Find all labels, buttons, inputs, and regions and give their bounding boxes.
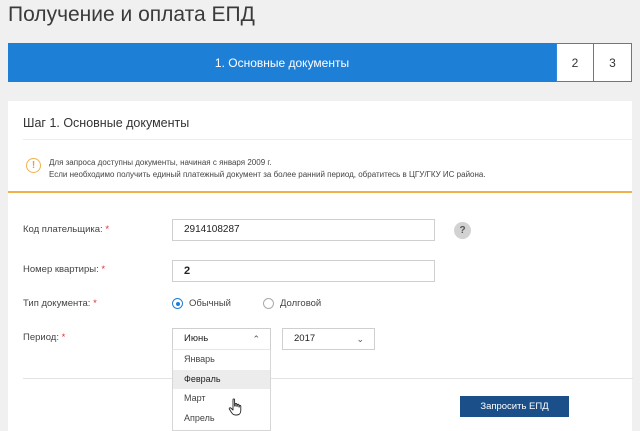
radio-checked-icon [172, 298, 183, 309]
month-dropdown: Январь Февраль Март Апрель [172, 350, 271, 431]
step-2-tab[interactable]: 2 [556, 43, 594, 82]
year-select[interactable]: 2017 ⌄ [282, 328, 375, 350]
month-select-value: Июнь [184, 333, 209, 344]
page-title: Получение и оплата ЕПД [8, 3, 255, 26]
radio-debt[interactable]: Долговой [263, 298, 321, 309]
submit-button[interactable]: Запросить ЕПД [460, 396, 569, 417]
warning-icon: ! [26, 158, 41, 173]
step-heading: Шаг 1. Основные документы [23, 116, 190, 130]
required-mark: * [105, 224, 110, 235]
month-select[interactable]: Июнь ⌃ [172, 328, 271, 350]
stepper: 1. Основные документы 2 3 [8, 43, 632, 82]
month-option[interactable]: Январь [173, 350, 270, 370]
radio-regular[interactable]: Обычный [172, 298, 231, 309]
notice-line-1: Для запроса доступны документы, начиная … [49, 158, 272, 167]
step-3-tab[interactable]: 3 [594, 43, 632, 82]
required-mark: * [61, 332, 66, 343]
month-option[interactable]: Февраль [173, 369, 270, 389]
notice-text: Для запроса доступны документы, начиная … [49, 157, 486, 181]
doc-type-label-text: Тип документа: [23, 298, 91, 309]
payer-code-label: Код плательщика: * [23, 224, 109, 235]
form-card: Шаг 1. Основные документы ! Для запроса … [8, 101, 633, 431]
doc-type-label: Тип документа: * [23, 298, 97, 309]
apartment-label: Номер квартиры: * [23, 264, 105, 275]
year-select-value: 2017 [294, 333, 316, 344]
notice-line-2: Если необходимо получить единый платежны… [49, 170, 486, 179]
required-mark: * [101, 264, 106, 275]
notice-box: ! Для запроса доступны документы, начина… [8, 147, 632, 193]
required-mark: * [93, 298, 97, 309]
payer-code-input[interactable]: 2914108287 [172, 219, 435, 241]
chevron-up-icon: ⌃ [252, 334, 260, 344]
month-option[interactable]: Март [173, 389, 270, 409]
radio-regular-label: Обычный [189, 298, 231, 309]
radio-unchecked-icon [263, 298, 274, 309]
divider [23, 139, 633, 140]
month-option[interactable]: Апрель [173, 409, 270, 429]
period-label: Период: * [23, 332, 65, 343]
chevron-down-icon: ⌄ [356, 334, 364, 344]
divider [23, 378, 633, 379]
apartment-label-text: Номер квартиры: [23, 264, 99, 275]
payer-code-label-text: Код плательщика: [23, 224, 103, 235]
apartment-input[interactable]: 2 [172, 260, 435, 282]
help-icon[interactable]: ? [454, 222, 471, 239]
hand-cursor-icon [228, 398, 242, 416]
step-1-tab[interactable]: 1. Основные документы [8, 43, 556, 82]
period-label-text: Период: [23, 332, 59, 343]
radio-debt-label: Долговой [280, 298, 322, 309]
